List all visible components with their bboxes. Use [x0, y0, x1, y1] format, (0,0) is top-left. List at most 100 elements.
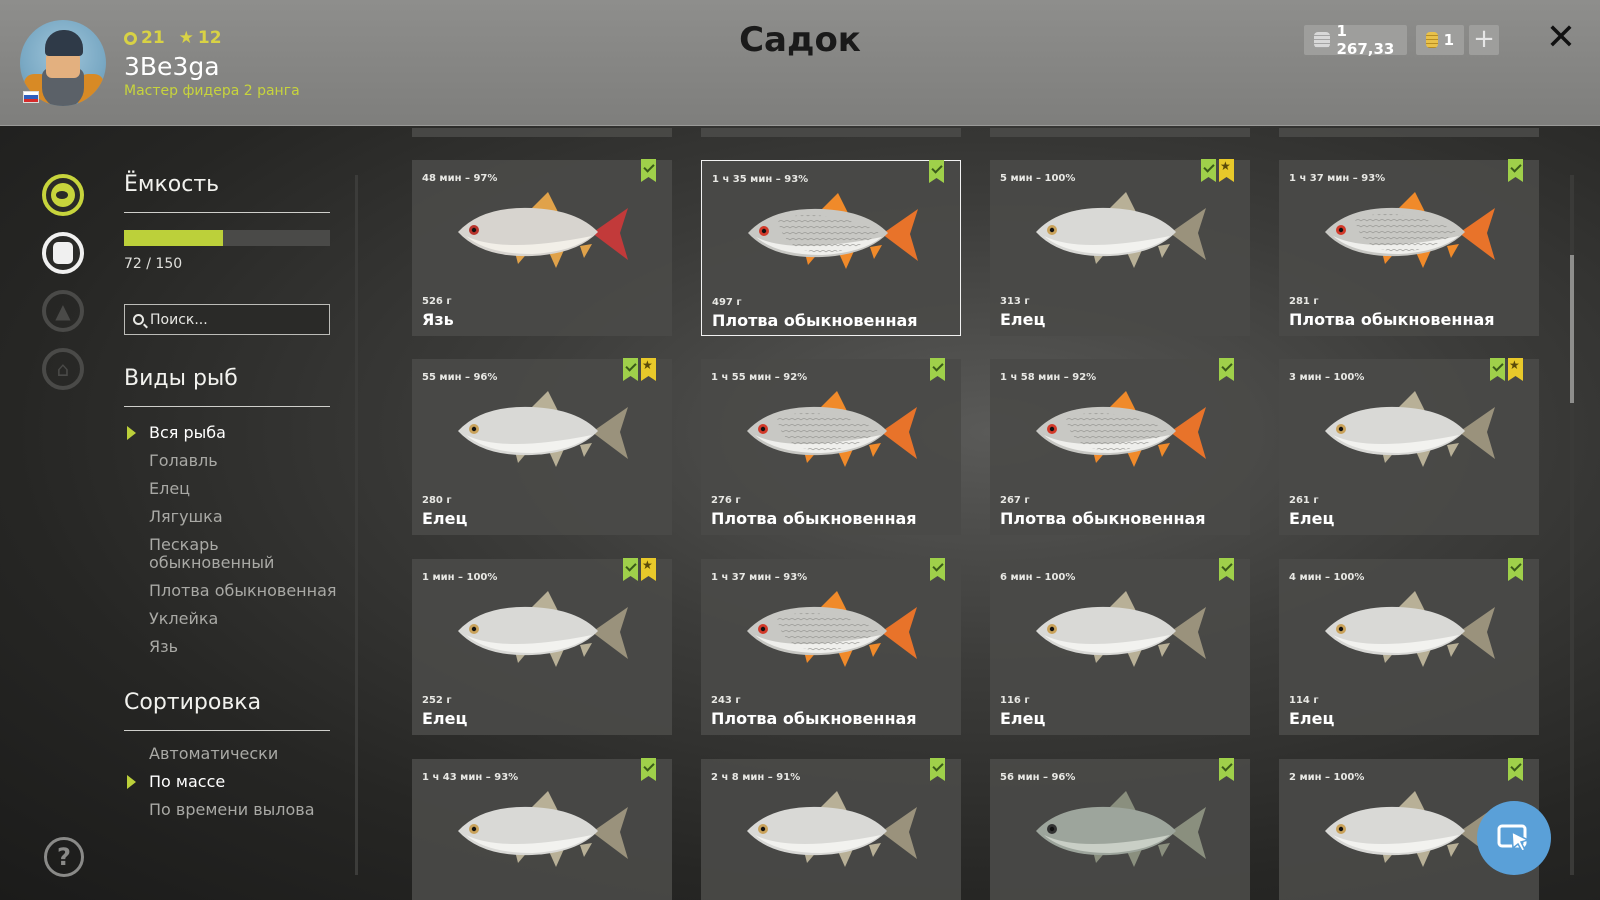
fish-image	[1325, 791, 1495, 867]
kept-bookmark-icon[interactable]	[1219, 758, 1234, 781]
cursor-mode-button[interactable]	[1477, 801, 1551, 875]
fish-card-partial[interactable]	[412, 128, 672, 137]
search-input[interactable]	[150, 311, 320, 328]
species-title: Виды рыб	[124, 366, 238, 391]
item-label: По времени вылова	[149, 800, 315, 819]
card-badges	[623, 358, 656, 381]
tent-icon[interactable]: ▲	[42, 290, 84, 332]
kept-bookmark-icon[interactable]	[641, 758, 656, 781]
sort-option-item[interactable]: По времени вылова	[149, 801, 339, 819]
fish-card[interactable]: 1 ч 35 мин – 93% 497 г Плотва обыкновенная	[701, 160, 961, 336]
capacity-text: 72 / 150	[124, 256, 183, 272]
card-badges	[623, 558, 656, 581]
species-filter-item[interactable]: Елец	[149, 480, 339, 498]
favorite-star-icon[interactable]	[641, 558, 656, 581]
catch-time-freshness: 56 мин – 96%	[1000, 772, 1076, 783]
sorting-title: Сортировка	[124, 690, 262, 715]
fish-card[interactable]: 6 мин – 100% 116 г Елец	[990, 558, 1250, 735]
item-label: Вся рыба	[149, 423, 226, 442]
fish-card[interactable]: 1 ч 43 мин – 93%	[412, 758, 672, 900]
kept-bookmark-icon[interactable]	[1508, 159, 1523, 182]
fish-weight: 276 г	[711, 495, 741, 506]
catch-time-freshness: 55 мин – 96%	[422, 372, 498, 383]
fish-card[interactable]: 1 ч 37 мин – 93% 243 г Плотва обыкновенная	[701, 558, 961, 735]
fish-name: Плотва обыкновенная	[1289, 310, 1495, 329]
favorite-star-icon[interactable]	[1219, 159, 1234, 182]
kept-bookmark-icon[interactable]	[623, 358, 638, 381]
fish-card[interactable]: 3 мин – 100% 261 г Елец	[1279, 358, 1539, 535]
species-filter-item[interactable]: Вся рыба	[127, 423, 339, 442]
capacity-title: Ёмкость	[124, 172, 220, 197]
kept-bookmark-icon[interactable]	[1508, 758, 1523, 781]
fish-image	[1325, 192, 1495, 268]
search-field[interactable]	[124, 304, 330, 335]
home-icon[interactable]: ⌂	[42, 348, 84, 390]
catch-time-freshness: 2 ч 8 мин – 91%	[711, 772, 801, 783]
capacity-bar-fill	[124, 230, 223, 246]
grid-scrollbar[interactable]	[1570, 175, 1574, 875]
close-icon[interactable]: ✕	[1543, 20, 1579, 56]
kept-bookmark-icon[interactable]	[930, 558, 945, 581]
sort-option-item[interactable]: Автоматически	[149, 745, 339, 763]
favorite-star-icon[interactable]	[1508, 358, 1523, 381]
fish-image	[458, 391, 628, 467]
fish-card-partial[interactable]	[1279, 128, 1539, 137]
fish-card[interactable]: 1 ч 37 мин – 93% 281 г Плотва обыкновенная	[1279, 159, 1539, 336]
fish-image	[1036, 391, 1206, 467]
sort-option-item[interactable]: По массе	[127, 773, 339, 791]
backpack-icon[interactable]	[42, 232, 84, 274]
kept-bookmark-icon[interactable]	[1219, 558, 1234, 581]
species-filter-item[interactable]: Лягушка	[149, 508, 339, 526]
fish-card[interactable]: 55 мин – 96% 280 г Елец	[412, 358, 672, 535]
species-filter-item[interactable]: Язь	[149, 638, 339, 656]
fish-weight: 313 г	[1000, 296, 1030, 307]
fish-card[interactable]: 48 мин – 97% 526 г Язь	[412, 159, 672, 336]
add-currency-button[interactable]: +	[1469, 25, 1499, 55]
selected-arrow-icon	[127, 775, 136, 789]
kept-bookmark-icon[interactable]	[641, 159, 656, 182]
fish-card[interactable]: 5 мин – 100% 313 г Елец	[990, 159, 1250, 336]
fish-image	[458, 192, 628, 268]
scrollbar-thumb[interactable]	[1570, 255, 1574, 403]
fish-card-partial[interactable]	[990, 128, 1250, 137]
card-badges	[1508, 159, 1523, 182]
species-filter-item[interactable]: Пескарь обыкновенный	[149, 536, 339, 572]
kept-bookmark-icon[interactable]	[930, 758, 945, 781]
cursor-icon	[1497, 824, 1531, 852]
fish-card-partial[interactable]	[701, 128, 961, 137]
kept-bookmark-icon[interactable]	[930, 358, 945, 381]
item-label: Плотва обыкновенная	[149, 581, 337, 600]
kept-bookmark-icon[interactable]	[929, 160, 944, 183]
sidebar-scrollbar[interactable]	[355, 175, 358, 875]
kept-bookmark-icon[interactable]	[1219, 358, 1234, 381]
item-label: Пескарь обыкновенный	[149, 535, 275, 572]
kept-bookmark-icon[interactable]	[1508, 558, 1523, 581]
species-filter-item[interactable]: Уклейка	[149, 610, 339, 628]
fish-weight: 526 г	[422, 296, 452, 307]
species-filter-item[interactable]: Голавль	[149, 452, 339, 470]
item-label: Елец	[149, 479, 191, 498]
fish-image	[1036, 591, 1206, 667]
fish-image	[458, 791, 628, 867]
divider	[124, 212, 330, 213]
kept-bookmark-icon[interactable]	[623, 558, 638, 581]
species-filter-item[interactable]: Плотва обыкновенная	[149, 582, 339, 600]
divider	[124, 406, 330, 407]
fish-card[interactable]: 2 ч 8 мин – 91%	[701, 758, 961, 900]
fish-card[interactable]: 1 ч 55 мин – 92% 276 г Плотва обыкновенная	[701, 358, 961, 535]
help-icon[interactable]: ?	[44, 837, 84, 877]
fish-name: Елец	[1000, 709, 1046, 728]
fish-card[interactable]: 56 мин – 96%	[990, 758, 1250, 900]
card-badges	[930, 758, 945, 781]
kept-bookmark-icon[interactable]	[1201, 159, 1216, 182]
catch-time-freshness: 1 ч 37 мин – 93%	[711, 572, 808, 583]
fish-name: Елец	[422, 709, 468, 728]
catch-time-freshness: 1 мин – 100%	[422, 572, 498, 583]
fish-card[interactable]: 1 мин – 100% 252 г Елец	[412, 558, 672, 735]
keepnet-icon[interactable]	[42, 174, 84, 216]
favorite-star-icon[interactable]	[641, 358, 656, 381]
fish-card[interactable]: 4 мин – 100% 114 г Елец	[1279, 558, 1539, 735]
kept-bookmark-icon[interactable]	[1490, 358, 1505, 381]
card-badges	[1490, 358, 1523, 381]
fish-card[interactable]: 1 ч 58 мин – 92% 267 г Плотва обыкновенная	[990, 358, 1250, 535]
